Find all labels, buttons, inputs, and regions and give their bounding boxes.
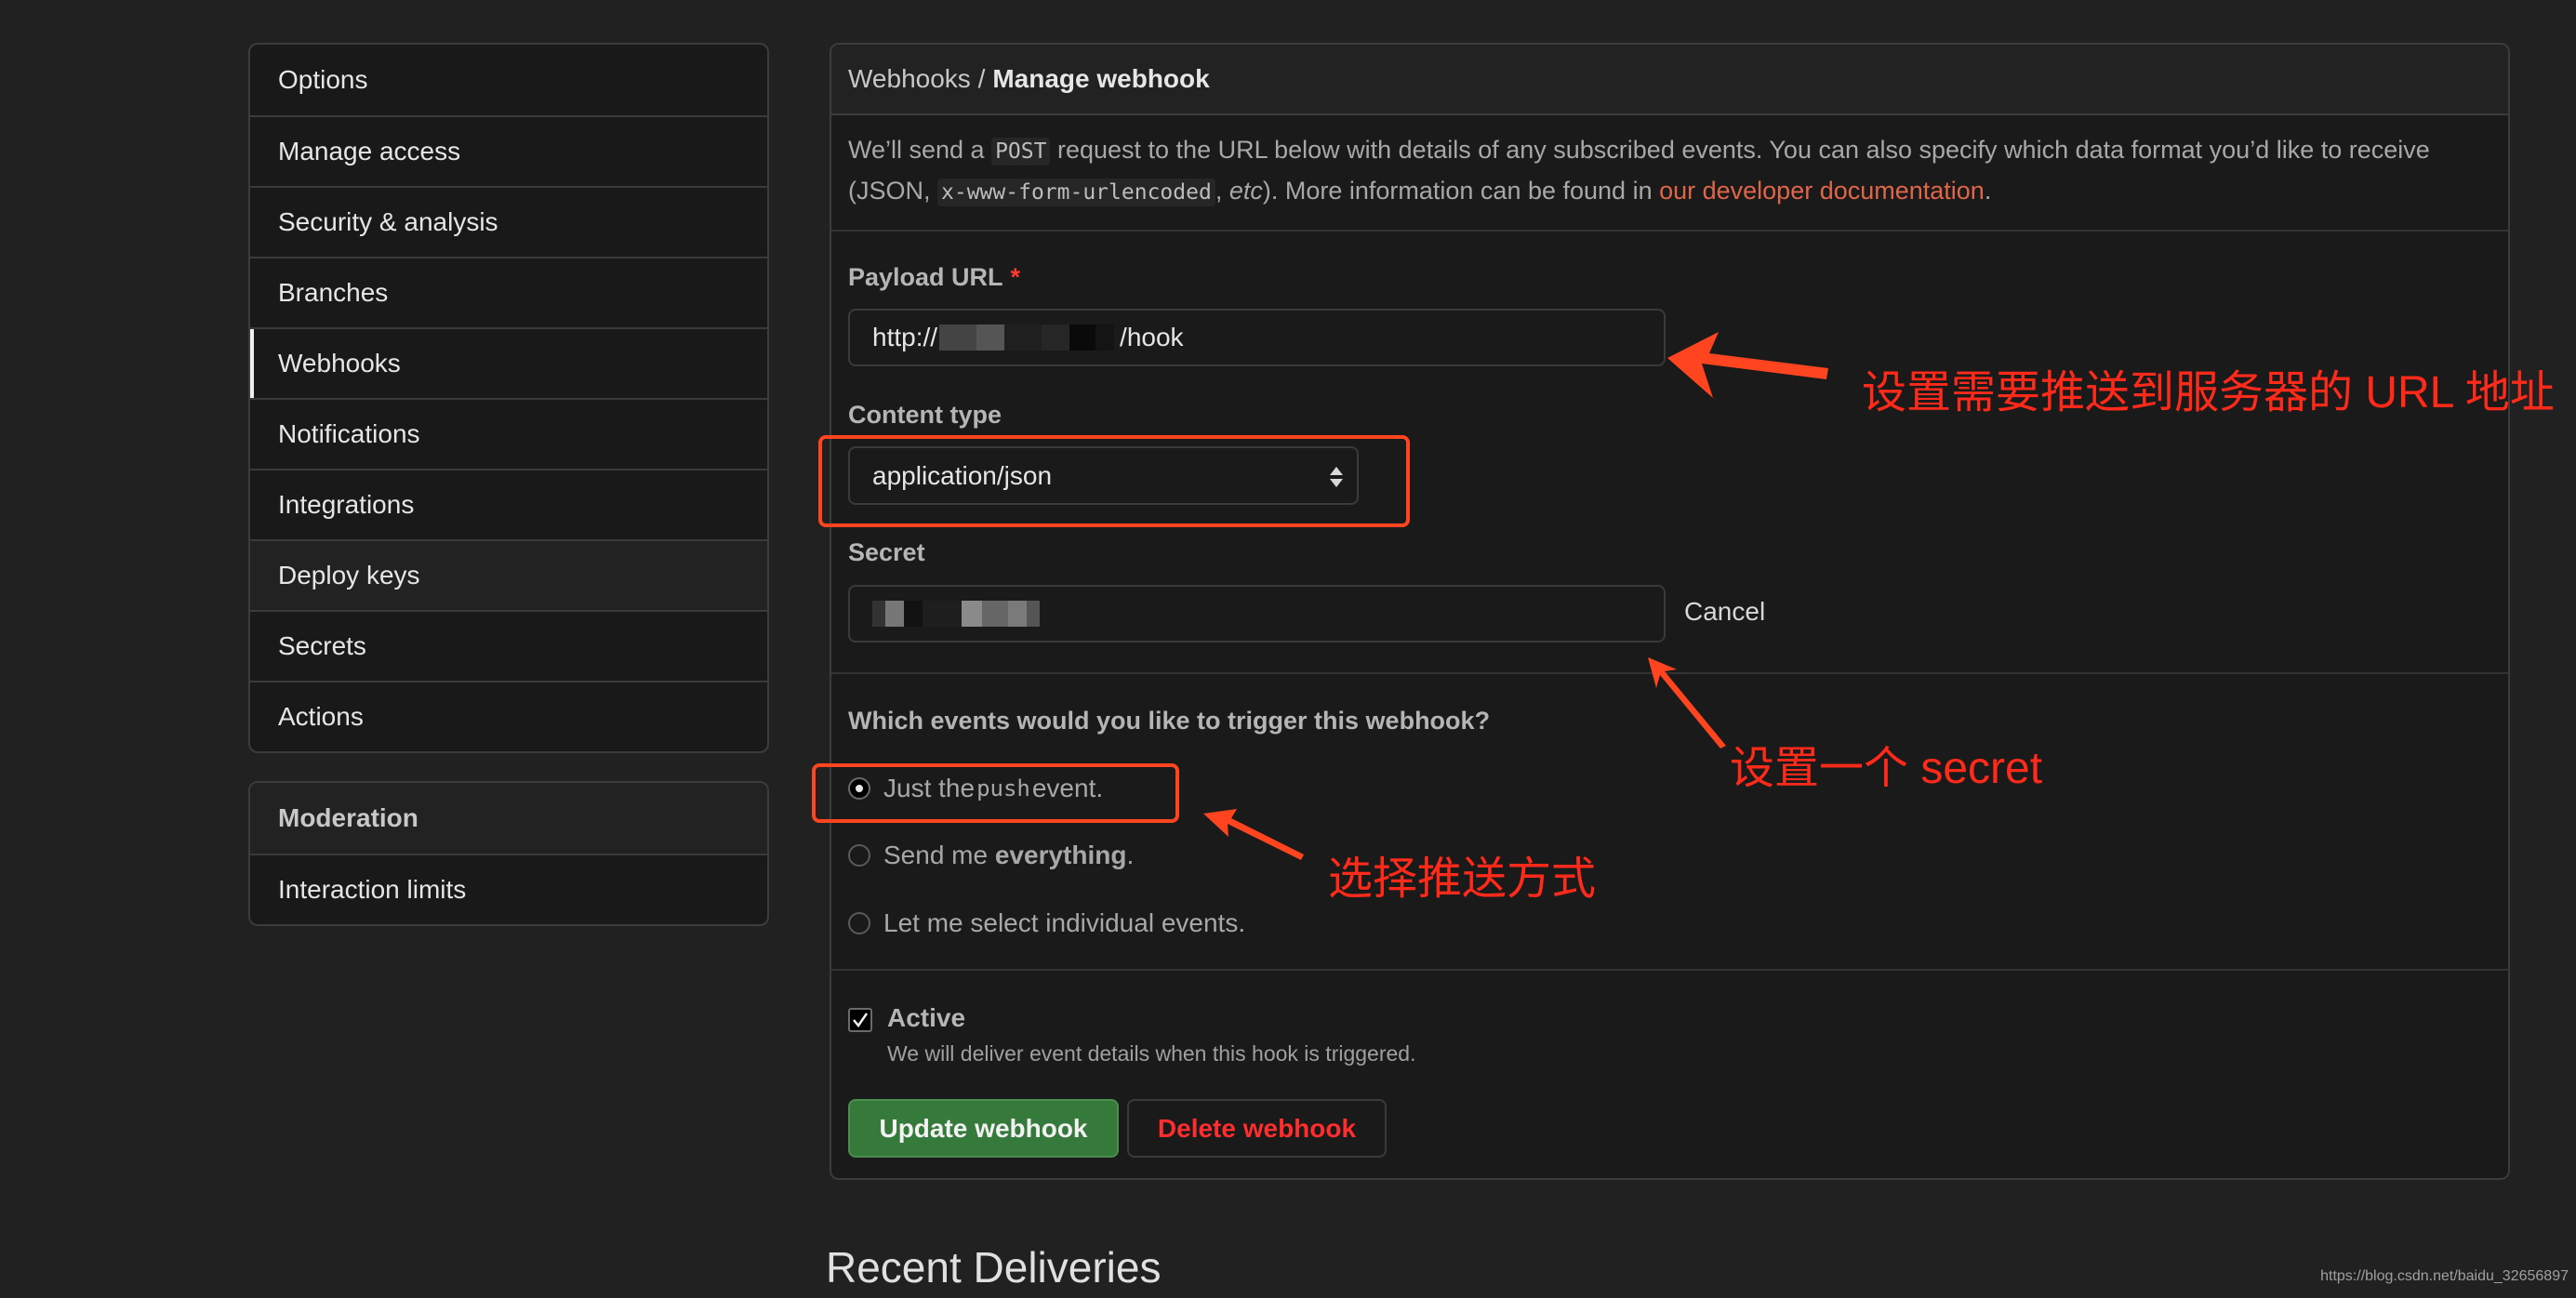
divider	[831, 230, 2508, 232]
annotation-url-note: 设置需要推送到服务器的 URL 地址	[1862, 368, 2555, 417]
sidebar-heading-moderation: Moderation	[250, 783, 767, 854]
redacted-secret	[1008, 601, 1027, 627]
option-text: .	[1126, 841, 1135, 869]
sidebar-item-security-analysis[interactable]: Security & analysis	[250, 186, 767, 257]
sidebar-item-integrations[interactable]: Integrations	[250, 469, 767, 539]
sidebar-item-label: Actions	[278, 702, 364, 731]
sidebar-item-label: Interaction limits	[278, 875, 467, 904]
redacted-secret	[904, 601, 923, 627]
redacted-host	[976, 324, 1005, 351]
post-code: POST	[991, 138, 1051, 166]
redacted-secret	[923, 601, 962, 627]
sidebar-item-label: Options	[278, 65, 368, 94]
recent-deliveries-heading: Recent Deliveries	[826, 1243, 1162, 1291]
redacted-secret	[1027, 601, 1040, 627]
desc-text: .	[1984, 177, 1992, 205]
payload-url-prefix: http://	[872, 323, 938, 351]
secret-label: Secret	[848, 538, 925, 566]
sidebar-item-actions[interactable]: Actions	[250, 681, 767, 751]
desc-text: ,	[1215, 177, 1229, 205]
desc-text: We’ll send a	[848, 136, 992, 164]
sidebar-item-branches[interactable]: Branches	[250, 257, 767, 327]
secret-input[interactable]	[848, 585, 1666, 642]
sidebar-item-label: Branches	[278, 278, 389, 307]
sidebar-item-interaction-limits[interactable]: Interaction limits	[250, 854, 767, 924]
sidebar-item-manage-access[interactable]: Manage access	[250, 115, 767, 186]
payload-url-label: Payload URL *	[848, 263, 1020, 292]
payload-url-input[interactable]: http:// /hook	[848, 309, 1666, 366]
breadcrumb-webhooks-link[interactable]: Webhooks /	[848, 64, 985, 94]
cancel-secret-button[interactable]: Cancel	[1684, 597, 1765, 627]
update-webhook-button[interactable]: Update webhook	[848, 1099, 1119, 1158]
required-mark: *	[1010, 263, 1021, 291]
payload-url-label-text: Payload URL	[848, 263, 1003, 291]
watermark: https://blog.csdn.net/baidu_32656897	[2320, 1268, 2569, 1284]
sidebar-item-label: Security & analysis	[278, 207, 498, 236]
breadcrumb: Webhooks / Manage webhook	[831, 45, 2508, 115]
annotation-secret-note: 设置一个 secret	[1730, 744, 2043, 793]
sidebar-item-label: Webhooks	[278, 349, 401, 377]
redacted-secret	[885, 601, 904, 627]
redacted-host	[1095, 324, 1115, 351]
annotation-box-push-event	[812, 763, 1179, 823]
option-text: Send me	[883, 841, 995, 869]
desc-text: ). More information can be found in	[1262, 177, 1660, 205]
redacted-host	[1004, 324, 1042, 351]
sidebar-item-label: Integrations	[278, 490, 415, 519]
sidebar-item-webhooks[interactable]: Webhooks	[250, 327, 767, 398]
active-label: Active	[887, 1003, 966, 1032]
payload-url-suffix: /hook	[1120, 323, 1184, 351]
content-type-label: Content type	[848, 401, 1002, 429]
developer-docs-link[interactable]: our developer documentation	[1659, 177, 1985, 205]
redacted-host	[939, 324, 977, 351]
sidebar-item-secrets[interactable]: Secrets	[250, 610, 767, 681]
moderation-sidebar: Moderation Interaction limits	[248, 781, 769, 926]
checkmark-icon	[853, 1013, 869, 1028]
redacted-host	[1069, 324, 1096, 351]
event-option-individual[interactable]: Let me select individual events.	[848, 908, 1245, 938]
sidebar-item-notifications[interactable]: Notifications	[250, 398, 767, 469]
option-text: Let me select individual events.	[883, 908, 1246, 937]
events-question: Which events would you like to trigger t…	[848, 707, 1491, 735]
redacted-secret	[982, 601, 1008, 627]
redacted-secret	[962, 601, 982, 627]
annotation-event-note: 选择推送方式	[1328, 854, 1597, 904]
sidebar-item-label: Deploy keys	[278, 561, 420, 589]
annotation-box-content-type	[818, 435, 1410, 527]
sidebar-item-deploy-keys[interactable]: Deploy keys	[250, 539, 767, 610]
option-bold-text: everything	[994, 841, 1127, 869]
sidebar-item-label: Notifications	[278, 419, 420, 448]
radio-unchecked-icon[interactable]	[848, 844, 870, 867]
active-checkbox[interactable]	[848, 1008, 872, 1032]
webhook-description: We’ll send a POST request to the URL bel…	[848, 130, 2485, 212]
manage-webhook-panel: Webhooks / Manage webhook We’ll send a P…	[830, 43, 2510, 1180]
sidebar-heading-label: Moderation	[278, 803, 418, 832]
event-option-everything[interactable]: Send me everything.	[848, 841, 1134, 870]
radio-unchecked-icon[interactable]	[848, 912, 870, 934]
sidebar-item-label: Secrets	[278, 631, 366, 660]
settings-sidebar: Options Manage access Security & analysi…	[248, 43, 769, 753]
redacted-host	[1042, 324, 1070, 351]
sidebar-item-options[interactable]: Options	[250, 45, 767, 115]
divider	[831, 672, 2508, 674]
active-description: We will deliver event details when this …	[887, 1041, 1416, 1066]
redacted-secret	[872, 601, 885, 627]
desc-etc: etc	[1228, 177, 1263, 205]
divider	[831, 969, 2508, 971]
delete-webhook-button[interactable]: Delete webhook	[1127, 1099, 1387, 1158]
urlencoded-code: x-www-form-urlencoded	[937, 179, 1215, 206]
page-title: Manage webhook	[992, 64, 1210, 93]
sidebar-item-label: Manage access	[278, 137, 461, 166]
